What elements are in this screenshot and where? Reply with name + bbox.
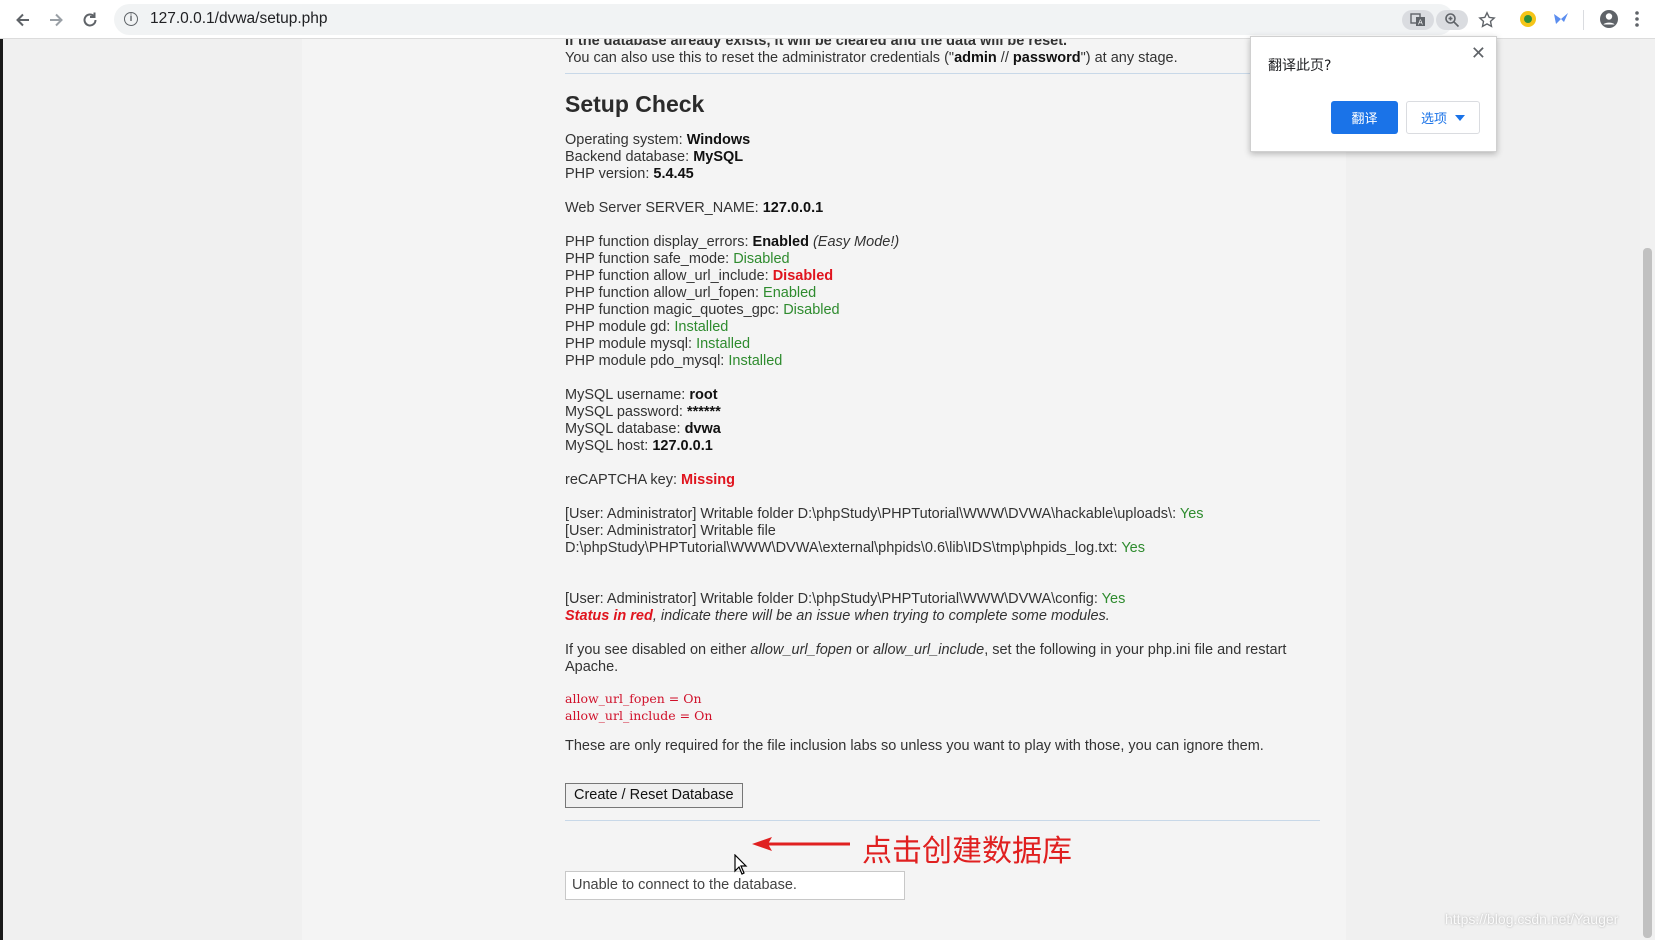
- code-fopen: allow_url_fopen = On: [565, 691, 702, 706]
- recaptcha-line: reCAPTCHA key: Missing: [565, 472, 736, 488]
- url-text[interactable]: 127.0.0.1/dvwa/setup.php: [150, 10, 328, 28]
- toolbar-divider: [1583, 10, 1584, 30]
- browser-toolbar: i 127.0.0.1/dvwa/setup.php A: [0, 0, 1655, 39]
- mouse-cursor-icon: [734, 854, 748, 875]
- db-line: Backend database: MySQL: [565, 149, 744, 165]
- os-line: Operating system: Windows: [565, 132, 751, 148]
- mysql-password: MySQL password: ******: [565, 404, 721, 420]
- annotation-arrow-icon: [752, 837, 850, 851]
- reset-text: You can also use this to reset the admin…: [565, 50, 1178, 66]
- code-include: allow_url_include = On: [565, 708, 713, 723]
- func-display-errors: PHP function display_errors: Enabled (Ea…: [565, 234, 900, 250]
- kebab-menu-icon[interactable]: [1629, 8, 1645, 30]
- window-edge: [0, 39, 3, 940]
- divider: [565, 73, 1320, 74]
- back-arrow-icon[interactable]: [11, 8, 35, 32]
- zoom-icon[interactable]: [1436, 10, 1468, 30]
- writable-phpids: D:\phpStudy\PHPTutorial\WWW\DVWA\externa…: [565, 540, 1145, 556]
- disabled-note: If you see disabled on either allow_url_…: [565, 642, 1287, 675]
- translate-button[interactable]: 翻译: [1331, 101, 1398, 134]
- info-icon[interactable]: i: [124, 12, 138, 26]
- func-magic-quotes: PHP function magic_quotes_gpc: Disabled: [565, 302, 840, 318]
- annotation-caption: 点击创建数据库: [862, 834, 1072, 869]
- divider-bottom: [565, 820, 1320, 821]
- extension-bird-icon[interactable]: [1550, 8, 1572, 30]
- options-button[interactable]: 选项: [1406, 101, 1480, 134]
- address-bar[interactable]: i 127.0.0.1/dvwa/setup.php A: [114, 4, 1496, 35]
- page-viewport: If the database already exists, it will …: [0, 39, 1640, 940]
- profile-icon[interactable]: [1598, 8, 1620, 30]
- page-title: Setup Check: [565, 91, 705, 117]
- close-icon[interactable]: ✕: [1471, 43, 1486, 64]
- star-icon[interactable]: [1476, 10, 1498, 30]
- create-reset-database-button[interactable]: Create / Reset Database: [565, 783, 743, 808]
- setup-content: If the database already exists, it will …: [565, 39, 1320, 900]
- extension-icon[interactable]: [1517, 8, 1539, 30]
- required-note: These are only required for the file inc…: [565, 738, 1264, 754]
- status-red-note: Status in red, indicate there will be an…: [565, 608, 1110, 624]
- forward-arrow-icon[interactable]: [44, 8, 68, 32]
- scrollbar-thumb[interactable]: [1643, 248, 1652, 938]
- mysql-host: MySQL host: 127.0.0.1: [565, 438, 713, 454]
- intro-text: If the database already exists, it will …: [565, 39, 1068, 49]
- svg-text:A: A: [1418, 19, 1423, 27]
- func-allow-url-include: PHP function allow_url_include: Disabled: [565, 268, 834, 284]
- options-button-label: 选项: [1420, 112, 1447, 127]
- writable-phpids-line1: [User: Administrator] Writable file: [565, 523, 776, 539]
- func-safe-mode: PHP function safe_mode: Disabled: [565, 251, 790, 267]
- server-line: Web Server SERVER_NAME: 127.0.0.1: [565, 200, 824, 216]
- translate-icon[interactable]: A: [1402, 10, 1434, 30]
- caret-down-icon: [1455, 114, 1465, 121]
- module-mysql: PHP module mysql: Installed: [565, 336, 751, 352]
- func-allow-url-fopen: PHP function allow_url_fopen: Enabled: [565, 285, 817, 301]
- php-line: PHP version: 5.4.45: [565, 166, 694, 182]
- mysql-username: MySQL username: root: [565, 387, 718, 403]
- reload-icon[interactable]: [78, 8, 102, 32]
- translate-popup-title: 翻译此页?: [1268, 58, 1332, 74]
- module-pdo-mysql: PHP module pdo_mysql: Installed: [565, 353, 783, 369]
- translate-popup: 翻译此页? ✕ 翻译 选项: [1250, 36, 1497, 152]
- writable-uploads: [User: Administrator] Writable folder D:…: [565, 506, 1204, 522]
- writable-config: [User: Administrator] Writable folder D:…: [565, 591, 1126, 607]
- watermark: https://blog.csdn.net/Yauger: [1445, 911, 1619, 927]
- mysql-database: MySQL database: dvwa: [565, 421, 721, 437]
- module-gd: PHP module gd: Installed: [565, 319, 729, 335]
